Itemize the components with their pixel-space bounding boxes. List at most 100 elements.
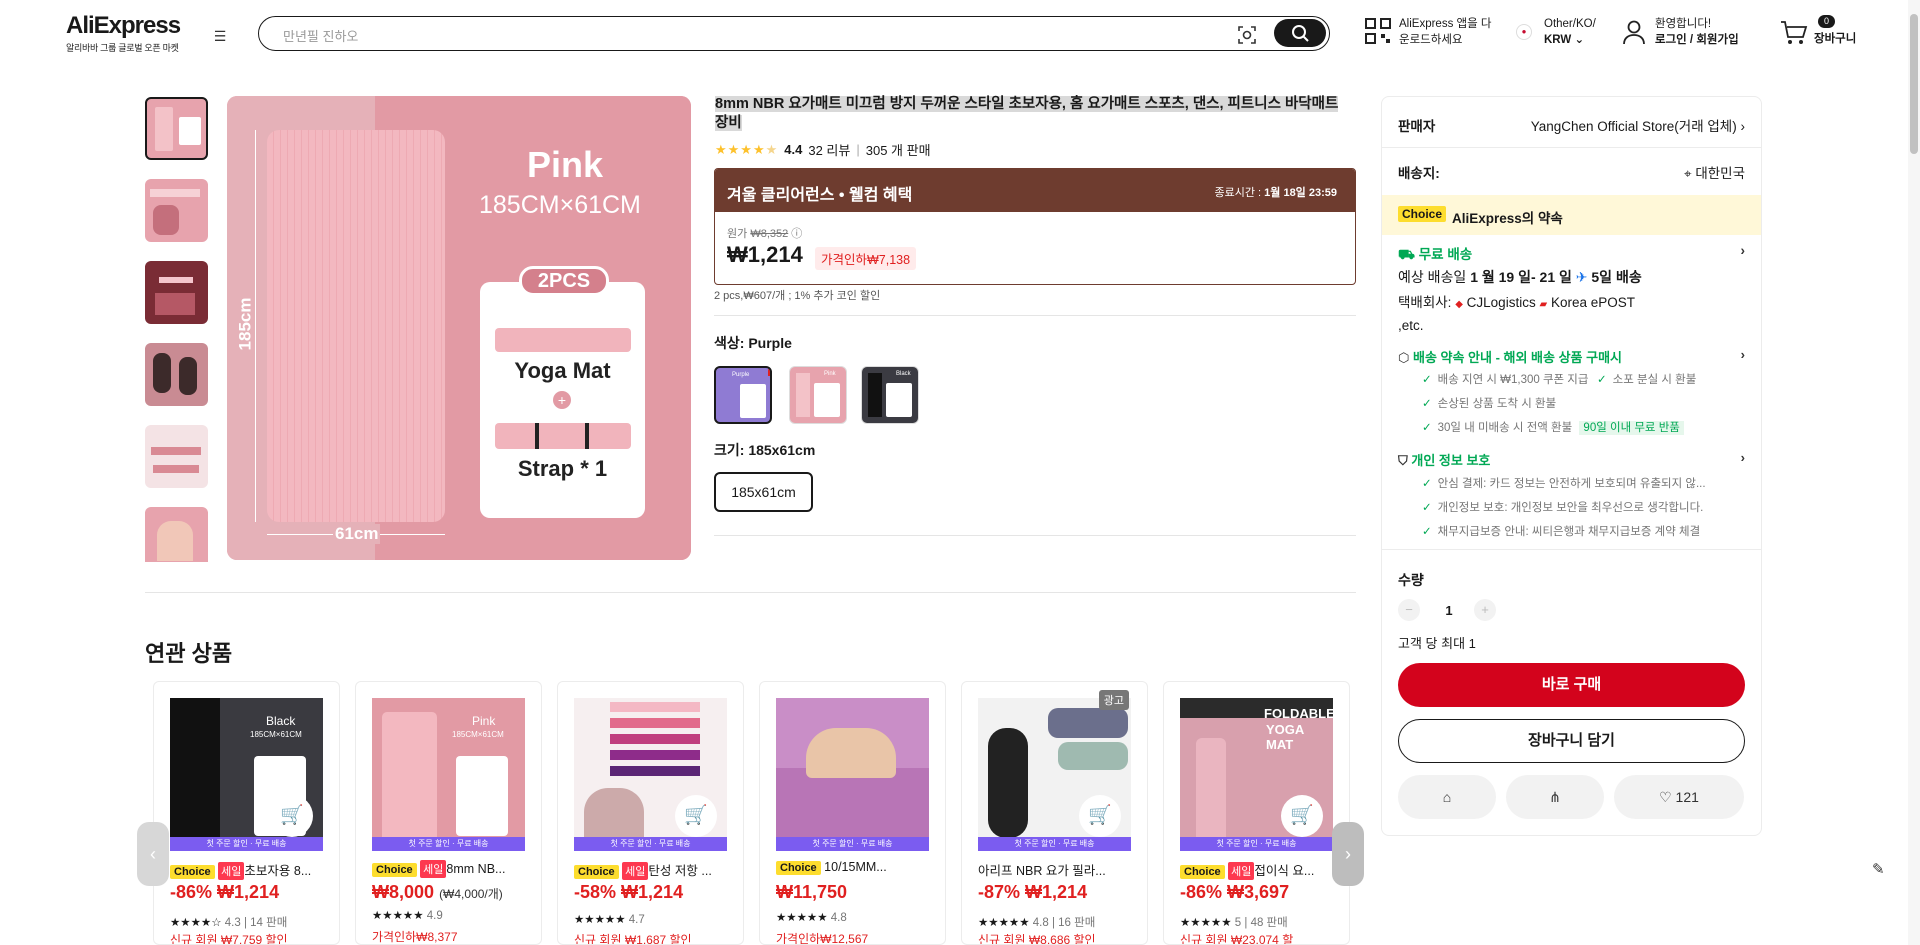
sale-badge: 세일 xyxy=(1228,862,1255,880)
gallery-thumb-1[interactable] xyxy=(145,97,208,160)
store-button[interactable]: ⌂ xyxy=(1398,775,1496,819)
plane-icon: ✈ xyxy=(1575,269,1588,285)
aliexpress-logo[interactable]: AliExpress 알리바바 그룹 글로벌 오픈 마켓 xyxy=(66,12,181,54)
carousel-next-button[interactable]: › xyxy=(1332,822,1364,886)
app-download[interactable]: AliExpress 앱을 다 운로드하세요 xyxy=(1365,16,1491,48)
promo-title: 겨울 클리어런스 • 웰컴 혜택 xyxy=(727,187,913,204)
gallery-thumb-2[interactable] xyxy=(145,179,208,242)
product-image[interactable] xyxy=(776,698,929,851)
size-value: 185x61cm xyxy=(748,442,816,458)
color-value: Purple xyxy=(748,335,792,351)
chevron-right-icon: › xyxy=(1740,450,1745,465)
add-to-cart-button[interactable]: 장바구니 담기 xyxy=(1398,719,1745,763)
quantity-plus-button[interactable]: + xyxy=(1474,599,1496,621)
eta-dates: 1 월 19 일- 21 일 xyxy=(1470,269,1572,285)
add-to-cart-icon[interactable]: 🛒 xyxy=(271,795,313,837)
image-search-icon[interactable] xyxy=(1237,25,1257,45)
product-card-1[interactable]: Black 185CM×61CM 🛒 첫 주문 할인 · 무료 배송 Choic… xyxy=(153,681,340,945)
size-option-185x61[interactable]: 185x61cm xyxy=(714,472,813,512)
product-image[interactable]: Pink 185CM×61CM xyxy=(372,698,525,851)
cart-link[interactable]: 0 장바구니 xyxy=(1780,15,1856,47)
review-count[interactable]: 32 리뷰 xyxy=(808,140,850,159)
feedback-edit-icon[interactable]: ✎ xyxy=(1872,860,1885,878)
gallery-thumb-4[interactable] xyxy=(145,343,208,406)
height-label: 185cm xyxy=(235,297,255,351)
add-to-cart-icon[interactable]: 🛒 xyxy=(675,795,717,837)
choice-promise-banner: Choice AliExpress의 약속 xyxy=(1382,195,1761,235)
rating-row: ★★★★★ 5 | 48 판매 xyxy=(1180,917,1288,929)
rating-value: 4.9 xyxy=(426,910,443,922)
share-button[interactable]: ⋔ xyxy=(1506,775,1604,819)
seller-label: 판매자 xyxy=(1398,119,1436,134)
info-icon[interactable]: ⓘ xyxy=(791,228,802,240)
wishlist-button[interactable]: ♡ 121 xyxy=(1614,775,1744,819)
menu-icon[interactable]: ☰ xyxy=(210,26,230,46)
current-price: ₩1,214 xyxy=(727,242,803,267)
delivery-promise-row[interactable]: ⬡ 배송 약속 안내 - 해외 배송 상품 구매시 › xyxy=(1398,347,1745,366)
rating-value: 4.3 xyxy=(224,917,241,929)
discount-percent: -86% xyxy=(1180,882,1223,902)
carrier-label: 택배회사: xyxy=(1398,295,1452,310)
promo-text: 신규 회원 ₩7,759 할인 xyxy=(170,933,288,945)
scrollbar-thumb[interactable] xyxy=(1910,14,1918,154)
eta-row: 예상 배송일 1 월 19 일- 21 일 ✈ 5일 배송 xyxy=(1398,267,1745,287)
product-name-text: 초보자용 8... xyxy=(244,864,312,878)
cart-icon xyxy=(1781,21,1808,44)
gallery-thumb-6[interactable] xyxy=(145,507,208,562)
product-card-3[interactable]: 🛒 첫 주문 할인 · 무료 배송 Choice 세일 탄성 저항 ... -58… xyxy=(557,681,744,945)
gallery-thumb-3[interactable] xyxy=(145,261,208,324)
product-card-4[interactable]: 첫 주문 할인 · 무료 배송 Choice 10/15MM... ₩11,75… xyxy=(759,681,946,945)
cart-count: 0 xyxy=(1818,15,1836,28)
rating-value: 4.8 xyxy=(1032,917,1049,929)
swatch-pink[interactable]: Pink xyxy=(789,366,847,424)
product-card-6[interactable]: FOLDABLE YOGA MAT 🛒 첫 주문 할인 · 무료 배송 Choi… xyxy=(1163,681,1350,945)
product-name: Choice 세일 초보자용 8... xyxy=(170,860,330,880)
search-input[interactable]: 만년필 진하오 xyxy=(283,26,358,45)
sale-badge: 세일 xyxy=(420,860,447,878)
product-card-5[interactable]: 광고 🛒 첫 주문 할인 · 무료 배송 아리프 NBR 요가 필라... -8… xyxy=(961,681,1148,945)
rating-stars-icon: ★★★★☆ xyxy=(170,917,222,929)
seller-row[interactable]: 판매자 YangChen Official Store(거래 업체) › xyxy=(1398,115,1745,135)
ship-to-row[interactable]: 배송지: ⌖ 대한민국 xyxy=(1398,162,1745,182)
chevron-right-icon: › xyxy=(1740,347,1745,362)
price-value: ₩8,000 xyxy=(372,882,435,902)
rating-row: ★★★★★ 4.8 | 16 판매 xyxy=(978,917,1096,929)
brand-tagline: 알리바바 그룹 글로벌 오픈 마켓 xyxy=(66,43,179,53)
add-to-cart-icon[interactable]: 🛒 xyxy=(1079,795,1121,837)
sold-count: 305 개 판매 xyxy=(865,143,931,158)
search-bar[interactable]: 만년필 진하오 xyxy=(258,16,1330,51)
buy-now-button[interactable]: 바로 구매 xyxy=(1398,663,1745,707)
promo-band: 첫 주문 할인 · 무료 배송 xyxy=(978,837,1131,851)
rating-row[interactable]: ★★★★★ 4.4 32 리뷰 | 305 개 판매 xyxy=(715,140,931,159)
rating-stars-icon: ★★★★★ xyxy=(978,917,1030,929)
search-button[interactable] xyxy=(1274,19,1326,47)
carousel-prev-button[interactable]: ‹ xyxy=(137,822,169,886)
seller-link[interactable]: YangChen Official Store(거래 업체) › xyxy=(1531,115,1745,135)
product-title: 8mm NBR 요가매트 미끄럼 방지 두꺼운 스타일 초보자용, 홈 요가매트… xyxy=(715,95,1355,133)
swatch-purple[interactable]: Purple xyxy=(714,366,772,424)
privacy-row[interactable]: ⛉ 개인 정보 보호 › xyxy=(1398,450,1745,469)
product-name: Choice 세일 8mm NB... xyxy=(372,860,532,878)
promo-banner: 겨울 클리어런스 • 웰컴 혜택 종료시간 : 1월 18일 23:59 xyxy=(715,169,1355,212)
product-card-2[interactable]: Pink 185CM×61CM 첫 주문 할인 · 무료 배송 Choice 세… xyxy=(355,681,542,945)
scrollbar[interactable] xyxy=(1908,0,1920,945)
product-name-text: 탄성 저항 ... xyxy=(648,864,712,878)
sale-badge: 세일 xyxy=(218,862,245,880)
privacy-title: 개인 정보 보호 xyxy=(1411,453,1491,468)
currency: KRW xyxy=(1544,34,1572,46)
account-menu[interactable]: 환영합니다! 로그인 / 회원가입 xyxy=(1622,16,1739,48)
card-image-sub: YOGA MAT xyxy=(1266,722,1304,752)
choice-badge: Choice xyxy=(574,865,619,879)
product-title-text: 8mm NBR 요가매트 미끄럼 방지 두꺼운 스타일 초보자용, 홈 요가매트… xyxy=(715,96,1339,131)
gallery-thumb-5[interactable] xyxy=(145,425,208,488)
quantity-value[interactable]: 1 xyxy=(1434,603,1464,618)
quantity-minus-button[interactable]: − xyxy=(1398,599,1420,621)
swatch-black[interactable]: Black xyxy=(861,366,919,424)
login-link[interactable]: 로그인 / 회원가입 xyxy=(1655,32,1739,48)
korea-flag-icon: ● xyxy=(1516,24,1532,40)
add-to-cart-icon[interactable]: 🛒 xyxy=(1281,795,1323,837)
region-selector[interactable]: ● Other/KO/ KRW ⌄ xyxy=(1516,16,1596,48)
free-shipping-row[interactable]: ⛟ 무료 배송 › xyxy=(1398,243,1745,265)
main-product-image[interactable]: 185cm 61cm Pink 185CM×61CM 2PCS Yoga Mat… xyxy=(227,96,691,560)
product-price: -87% ₩1,214 xyxy=(978,882,1087,903)
